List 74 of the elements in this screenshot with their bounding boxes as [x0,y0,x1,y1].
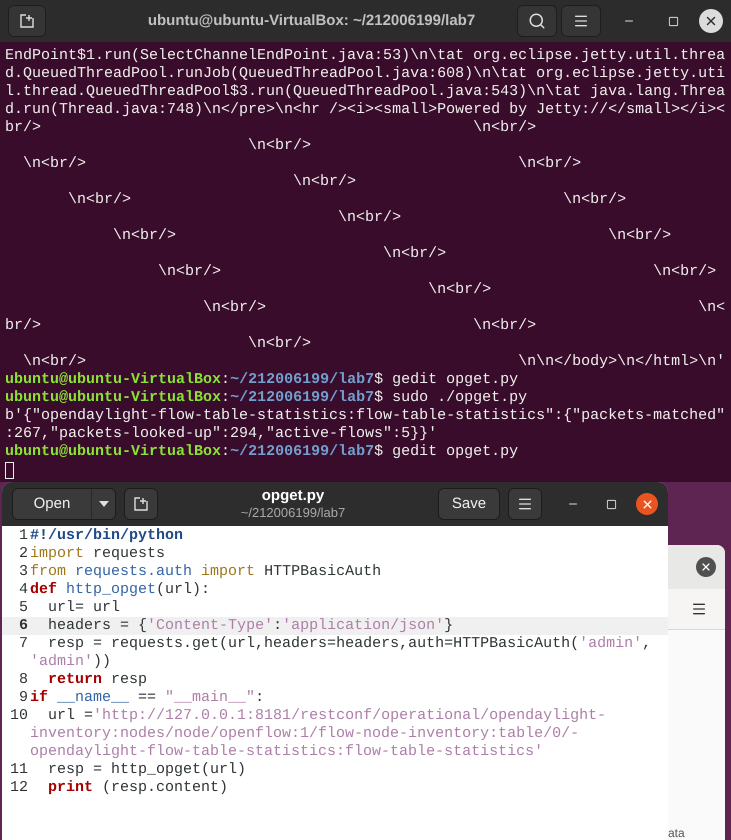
prompt-line: ubuntu@ubuntu-VirtualBox:~/212006199/lab7$ gedit opget.py [5,443,520,461]
code-line: if __name__ == "__main__": [30,689,266,707]
code-line: resp = requests.get(url,headers=headers,auth=HTTPBasicAuth('admin', 'admin')) [30,635,652,671]
new-tab-icon [19,13,35,29]
code-line: return resp [48,671,148,689]
maximize-icon [668,16,678,26]
terminal-line: b'{"opendaylight-flow-table-statistics:flow-table-statistics":{"packets-matched" [5,407,726,425]
terminal-line: d.QueuedThreadPool.runJob(QueuedThreadPool.java:608)\n\tat org.eclipse.jetty.uti [5,65,726,83]
new-document-button[interactable] [124,488,158,520]
line-number: 11 [8,761,28,779]
terminal-line: \n<br/> [382,245,448,263]
code-line: resp = http_opget(url) [47,761,248,779]
terminal-line: \n<br/> \n< [202,299,726,317]
terminal-line: \n<br/> [292,173,358,191]
terminal-line: \n<br/> [337,209,402,227]
line-number: 12 [8,779,28,797]
terminal-line: \n<br/> [427,281,492,299]
menu-button[interactable] [508,488,542,520]
background-text: ata [668,826,685,840]
caret-icon [98,501,108,507]
code-line: headers = {'Content-Type':'application/json'} [47,617,454,635]
line-number: 5 [18,599,28,617]
document-path: ~/212006199/lab7 [240,504,346,521]
terminal-line: br/> \n<br/> [5,317,538,335]
line-number: 7 [18,635,28,654]
close-icon [704,14,718,28]
terminal-line: \n<br/> \n\n</body>\n</html>\n' [22,353,726,371]
code-line: url ='http://127.0.0.1:8181/restconf/operational/opendaylight-inventory:nodes/node/openflow:1/flow-node-inventory:table/0/-opendaylight-flow-table-statistics:flow-table-statistics' [30,707,608,761]
terminal-cursor [5,462,14,478]
window-title: ubuntu@ubuntu-VirtualBox: ~/212006199/lab7 [148,10,476,31]
menu-icon [573,13,589,29]
new-document-icon [133,496,149,512]
code-line: import requests [30,545,166,563]
terminal-line: \n<br/> [247,335,312,353]
terminal-line: \n<br/> [247,137,312,155]
line-number: 2 [18,545,28,563]
terminal-line: :267,"packets-looked-up":294,"active-flows":5}}' [5,425,438,443]
open-button[interactable]: Open [13,489,91,519]
terminal-line: \n<br/> \n<br/> [157,263,718,281]
code-line: print (resp.content) [47,779,230,797]
save-button[interactable]: Save [438,488,500,520]
code-line: from requests.auth import HTTPBasicAuth [30,563,382,581]
line-number: 6 [18,617,28,635]
line-number: 9 [18,689,28,707]
line-number: 1 [18,527,28,545]
maximize-icon [606,498,616,510]
prompt-line: ubuntu@ubuntu-VirtualBox:~/212006199/lab7$ sudo ./opget.py [5,389,528,407]
close-button[interactable] [636,493,658,515]
terminal-line: l.thread.QueuedThreadPool$3.run(QueuedThreadPool.java:543)\n\tat java.lang.Threa [5,83,726,101]
line-number: 10 [8,707,28,726]
terminal-line: br/> \n<br/> [5,119,538,137]
new-tab-button[interactable] [8,5,46,37]
terminal-line: \n<br/> \n<br/> [67,191,628,209]
line-number: 4 [18,581,28,599]
code-line: #!/usr/bin/python [30,527,184,545]
document-title: opget.py [262,487,324,504]
close-icon [640,498,654,510]
menu-icon [517,496,533,512]
line-number: 8 [18,671,28,689]
menu-button[interactable] [561,5,601,37]
open-menu-button[interactable] [91,489,115,519]
terminal-line: d.run(Thread.java:748)\n</pre>\n<hr /><i><small>Powered by Jetty://</small></i>< [5,101,726,119]
terminal-line: EndPoint$1.run(SelectChannelEndPoint.java:53)\n\tat org.eclipse.jetty.util.threa [5,47,726,65]
code-line: url= url [47,599,122,617]
search-icon [528,12,546,30]
close-button[interactable] [699,9,723,33]
code-line: def http_opget(url): [30,581,212,599]
close-icon [700,561,712,573]
search-button[interactable] [517,5,557,37]
line-number: 3 [18,563,28,581]
prompt-line: ubuntu@ubuntu-VirtualBox:~/212006199/lab7$ gedit opget.py [5,371,520,389]
terminal-line: \n<br/> \n<br/> [112,227,672,245]
menu-icon [691,601,707,617]
terminal-line: \n<br/> \n<br/> [22,155,582,173]
